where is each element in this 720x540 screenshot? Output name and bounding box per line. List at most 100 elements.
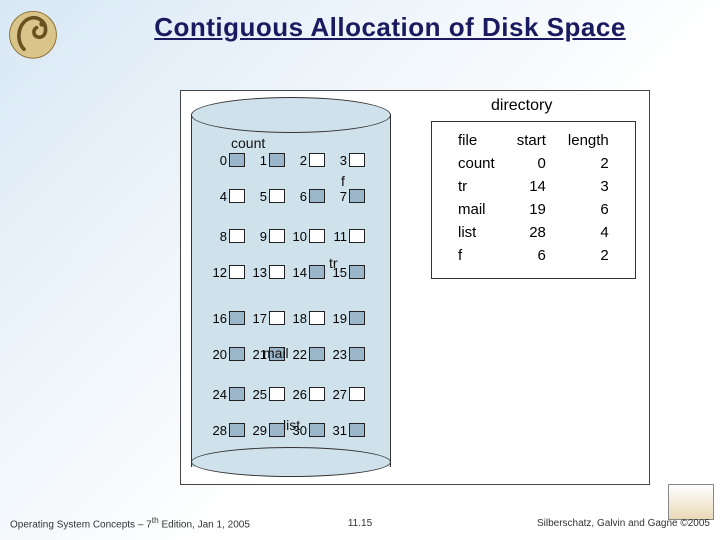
disk-block-number: 26 bbox=[291, 387, 309, 402]
disk-block-number: 28 bbox=[211, 423, 229, 438]
disk-label-count: count bbox=[231, 135, 265, 151]
disk-block: 8 bbox=[211, 225, 251, 247]
disk-block-box-icon bbox=[309, 311, 325, 325]
disk-block-box-icon bbox=[229, 387, 245, 401]
disk-label-tr: tr bbox=[329, 255, 338, 271]
disk-block: 6 bbox=[291, 185, 331, 207]
disk-block-box-icon bbox=[349, 311, 365, 325]
disk-block-box-icon bbox=[229, 153, 245, 167]
disk-block-box-icon bbox=[229, 311, 245, 325]
disk-block-box-icon bbox=[269, 189, 285, 203]
disk-label-list: list bbox=[283, 417, 300, 433]
disk-block: 5 bbox=[251, 185, 291, 207]
footer-left: Operating System Concepts – 7th Edition,… bbox=[10, 515, 250, 530]
disk-block-box-icon bbox=[229, 265, 245, 279]
directory-cell-length: 6 bbox=[558, 199, 619, 220]
disk-block-box-icon bbox=[309, 153, 325, 167]
disk-block: 4 bbox=[211, 185, 251, 207]
disk-block-box-icon bbox=[309, 423, 325, 437]
disk-block-number: 7 bbox=[331, 189, 349, 204]
disk-block-number: 3 bbox=[331, 153, 349, 168]
disk-block-number: 22 bbox=[291, 347, 309, 362]
directory-cell-file: list bbox=[448, 222, 505, 243]
disk-block-box-icon bbox=[269, 311, 285, 325]
disk-label-mail: mail bbox=[263, 345, 289, 361]
directory-row: tr143 bbox=[448, 176, 619, 197]
disk-block-box-icon bbox=[349, 153, 365, 167]
disk-block: 2 bbox=[291, 149, 331, 171]
disk-block-box-icon bbox=[349, 387, 365, 401]
disk-block-box-icon bbox=[269, 153, 285, 167]
disk-block-number: 1 bbox=[251, 153, 269, 168]
directory-cell-file: tr bbox=[448, 176, 505, 197]
disk-block-row: 4 56 7 bbox=[211, 185, 371, 207]
directory-cell-file: f bbox=[448, 245, 505, 266]
disk-block-box-icon bbox=[229, 347, 245, 361]
figure-frame: 0123456789101112131415161718192021222324… bbox=[180, 90, 650, 485]
disk-block-number: 10 bbox=[291, 229, 309, 244]
disk-block-number: 27 bbox=[331, 387, 349, 402]
disk-block-row: 0 1 23 bbox=[211, 149, 371, 171]
disk-label-f: f bbox=[341, 173, 345, 189]
disk-block: 16 bbox=[211, 307, 251, 329]
disk-block-number: 14 bbox=[291, 265, 309, 280]
directory-header-length: length bbox=[558, 130, 619, 151]
disk-block-box-icon bbox=[349, 229, 365, 243]
disk-block-number: 23 bbox=[331, 347, 349, 362]
disk-block-row: 12131415 bbox=[211, 261, 371, 283]
disk-block-number: 16 bbox=[211, 311, 229, 326]
disk-block: 18 bbox=[291, 307, 331, 329]
disk-block-box-icon bbox=[229, 189, 245, 203]
disk-block: 31 bbox=[331, 419, 371, 441]
disk-block-row: 16 17 18 19 bbox=[211, 307, 371, 329]
slide-title: Contiguous Allocation of Disk Space bbox=[80, 12, 700, 43]
directory-row: mail196 bbox=[448, 199, 619, 220]
directory-cell-start: 0 bbox=[507, 153, 556, 174]
disk-block: 20 bbox=[211, 343, 251, 365]
directory-header-start: start bbox=[507, 130, 556, 151]
disk-block-number: 6 bbox=[291, 189, 309, 204]
disk-block-number: 20 bbox=[211, 347, 229, 362]
disk-block-box-icon bbox=[269, 265, 285, 279]
disk-block: 25 bbox=[251, 383, 291, 405]
disk-block: 23 bbox=[331, 343, 371, 365]
disk-blocks-grid: 0123456789101112131415161718192021222324… bbox=[211, 149, 371, 459]
disk-block-box-icon bbox=[269, 387, 285, 401]
disk-block-box-icon bbox=[269, 229, 285, 243]
disk-block-box-icon bbox=[229, 423, 245, 437]
directory-cell-length: 2 bbox=[558, 245, 619, 266]
disk-block-number: 29 bbox=[251, 423, 269, 438]
directory-header-file: file bbox=[448, 130, 505, 151]
disk-block-box-icon bbox=[309, 189, 325, 203]
disk-block: 3 bbox=[331, 149, 371, 171]
disk-block-row: 24252627 bbox=[211, 383, 371, 405]
disk-block-number: 18 bbox=[291, 311, 309, 326]
disk-block: 27 bbox=[331, 383, 371, 405]
disk-block: 19 bbox=[331, 307, 371, 329]
disk-block-number: 8 bbox=[211, 229, 229, 244]
disk-block-number: 0 bbox=[211, 153, 229, 168]
directory-row: f62 bbox=[448, 245, 619, 266]
disk-block-box-icon bbox=[309, 387, 325, 401]
disk-block-number: 17 bbox=[251, 311, 269, 326]
disk-block-number: 4 bbox=[211, 189, 229, 204]
directory-cell-start: 14 bbox=[507, 176, 556, 197]
disk-block-number: 12 bbox=[211, 265, 229, 280]
disk-cylinder: 0123456789101112131415161718192021222324… bbox=[191, 97, 391, 477]
disk-block-box-icon bbox=[229, 229, 245, 243]
disk-block-number: 9 bbox=[251, 229, 269, 244]
disk-block: 12 bbox=[211, 261, 251, 283]
disk-block-box-icon bbox=[349, 189, 365, 203]
disk-block: 14 bbox=[291, 261, 331, 283]
disk-block-row: 891011 bbox=[211, 225, 371, 247]
disk-block: 7 bbox=[331, 185, 371, 207]
disk-block: 0 bbox=[211, 149, 251, 171]
footer-right: Silberschatz, Galvin and Gagne ©2005 bbox=[537, 518, 710, 529]
disk-block: 13 bbox=[251, 261, 291, 283]
directory-label: directory bbox=[491, 97, 552, 115]
disk-top-ellipse bbox=[191, 97, 391, 133]
disk-block-box-icon bbox=[349, 423, 365, 437]
disk-block: 28 bbox=[211, 419, 251, 441]
directory-cell-length: 3 bbox=[558, 176, 619, 197]
directory-cell-start: 6 bbox=[507, 245, 556, 266]
